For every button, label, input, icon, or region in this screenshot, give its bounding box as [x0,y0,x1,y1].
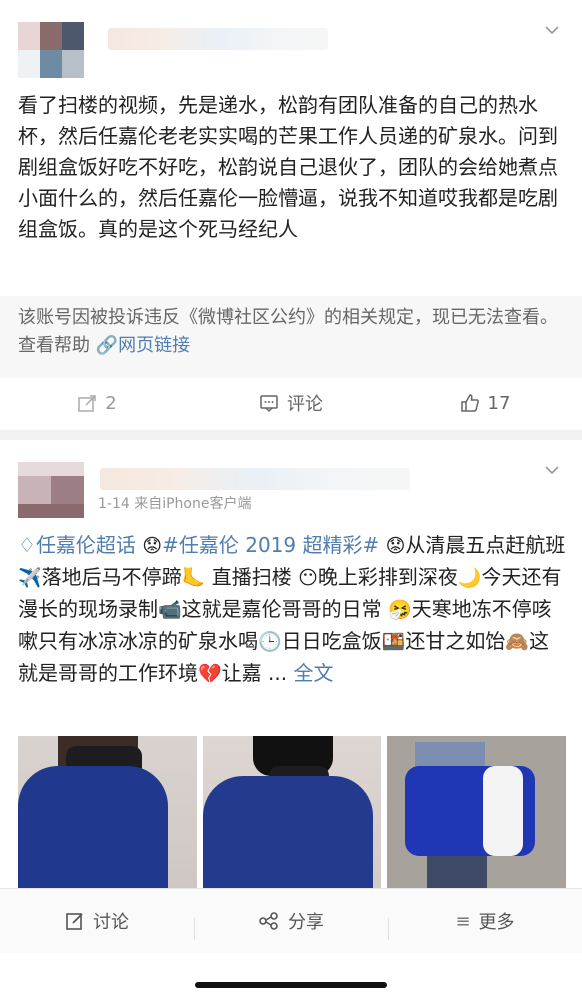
text-segment: 晚上彩排到深夜 [317,565,458,589]
comment-button[interactable]: 评论 [194,390,388,416]
text-segment: 落地后马不停蹄 [41,565,182,589]
clock-icon: 🕒 [258,631,282,653]
more-label: 更多 [478,912,515,933]
text-segment: 从清晨五点赶航班 [405,533,566,557]
chevron-down-icon[interactable] [545,22,559,36]
avatar[interactable] [18,22,84,78]
edit-icon [66,913,83,930]
post-image[interactable] [387,736,566,890]
supertopic-link[interactable]: ♢任嘉伦超话 [18,533,136,557]
share-label: 分享 [288,912,324,933]
broken-heart-icon: 💔 [198,663,222,685]
like-count: 17 [487,392,511,414]
like-button[interactable]: 17 [388,393,582,414]
comment-label: 评论 [287,394,323,415]
web-link[interactable]: 🔗网页链接 [96,335,190,356]
reposted-content-box[interactable]: 该账号因被投诉违反《微博社区公约》的相关规定，现已无法查看。查看帮助 🔗网页链接 [0,296,582,378]
text-segment: 这就是嘉伦哥哥的日常 [181,597,382,621]
like-icon [460,394,479,412]
post-image[interactable] [202,736,382,890]
face-icon: 😶 [298,567,318,589]
avatar[interactable] [18,462,84,518]
text-segment: 日日吃盒饭 [281,629,382,653]
repost-count: 2 [105,392,117,414]
discuss-label: 讨论 [93,912,129,933]
text-segment: 让嘉 ... [221,661,288,685]
weibo-post-1: 看了扫楼的视频，先是递水，松韵有团队准备的自己的热水杯，然后任嘉伦老老实实喝的芒… [0,0,582,430]
text-segment: 还甘之如饴 [405,629,506,653]
more-icon: ≡ [455,910,471,932]
repost-icon [78,395,97,412]
share-icon [259,912,278,930]
post-image[interactable] [18,736,197,890]
monkey-icon: 🙈 [505,631,530,653]
post-separator [0,430,582,440]
post-body: 看了扫楼的视频，先是递水，松韵有团队准备的自己的热水杯，然后任嘉伦老老实实喝的芒… [18,93,558,241]
username-blurred[interactable] [100,468,410,490]
chevron-down-icon[interactable] [545,462,559,476]
web-link-label: 网页链接 [118,335,191,356]
username-blurred[interactable] [108,28,328,50]
discuss-button[interactable]: 讨论 [0,908,194,934]
repost-button[interactable]: 2 [0,393,194,414]
bottom-toolbar: 讨论 分享 ≡ 更多 [0,888,582,953]
foot-icon: 🦶 [181,567,206,589]
diamond-icon: ♢ [18,533,36,557]
text-segment: 直播扫楼 [205,565,292,589]
hashtag-link[interactable]: #任嘉伦 2019 超精彩# [162,533,379,557]
unavailable-notice: 该账号因被投诉违反《微博社区公约》的相关规定，现已无法查看。查看帮助 🔗网页链接 [18,304,566,360]
share-button[interactable]: 分享 [194,908,388,940]
link-icon: 🔗 [95,335,119,356]
sad-face-icon: 😟 [385,535,406,557]
more-button[interactable]: ≡ 更多 [388,908,582,940]
lunchbox-icon: 🍱 [381,631,406,653]
moon-icon: 🌙 [457,567,482,589]
post-body: ♢任嘉伦超话 😟#任嘉伦 2019 超精彩# 😟从清晨五点赶航班✈️落地后马不停… [18,530,566,690]
sick-face-icon: 🤧 [388,599,412,621]
image-grid [18,736,566,890]
post-meta: 1-14 来自iPhone客户端 [98,496,252,512]
full-text-link[interactable]: 全文 [293,661,333,685]
post1-action-bar: 2 评论 17 [0,376,582,430]
home-indicator [195,982,387,988]
comment-icon [260,395,278,413]
plane-icon: ✈️ [18,567,42,589]
supertopic-label: 任嘉伦超话 [35,533,136,557]
weibo-post-2: 1-14 来自iPhone客户端 ♢任嘉伦超话 😟#任嘉伦 2019 超精彩# … [0,440,582,890]
sad-face-icon: 😟 [142,535,163,557]
camera-icon: 📹 [158,599,182,621]
